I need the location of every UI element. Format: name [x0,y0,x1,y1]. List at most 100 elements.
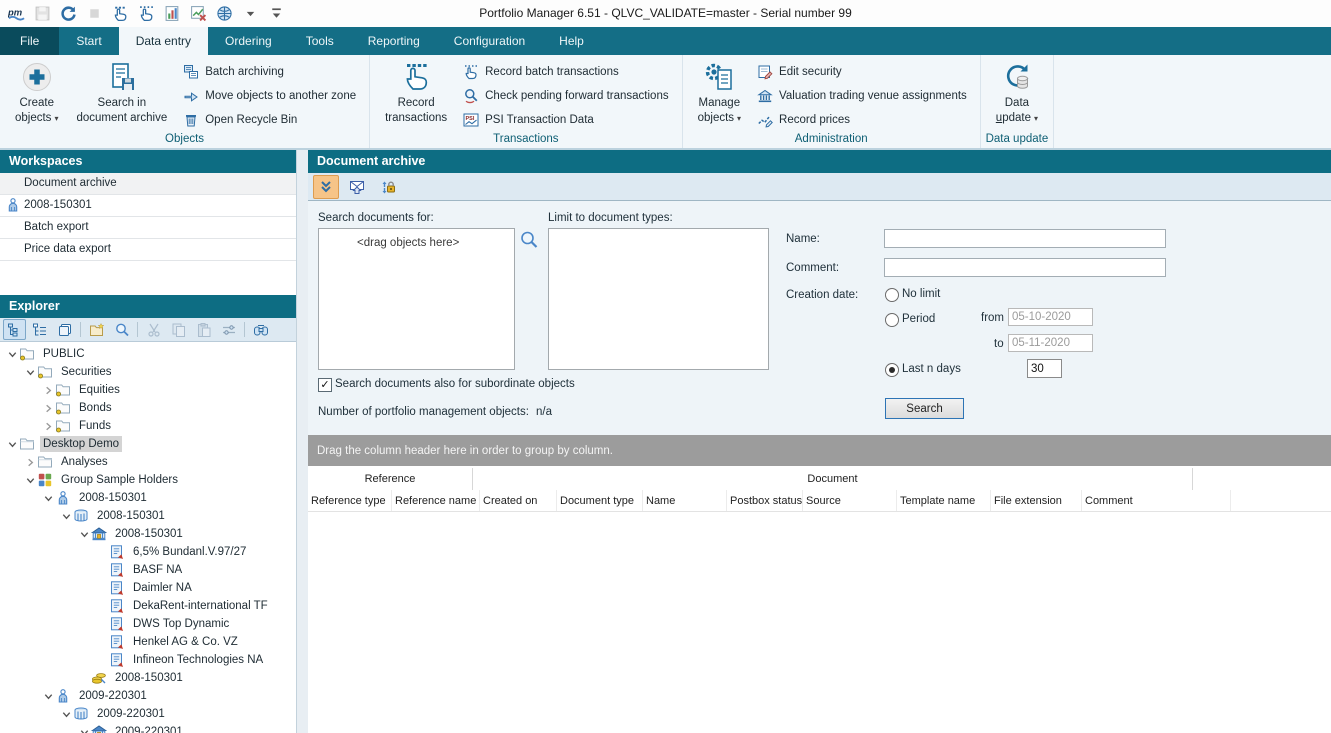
workspace-item-2008-150301[interactable]: 2008-150301 [0,195,296,217]
table-band-reference[interactable]: Reference [308,468,473,490]
subordinate-objects-checkbox[interactable]: ✓ [318,378,332,392]
tree-item[interactable]: 2008-150301 [0,507,296,525]
tree-item[interactable]: 2008-150301 [0,489,296,507]
column-header-source[interactable]: Source [803,490,897,511]
valuation-trading-venue-assignments-button[interactable]: Valuation trading venue assignments [750,84,974,108]
web-button[interactable] [214,4,234,24]
tree-item[interactable]: Daimler NA [0,579,296,597]
chevron-down-icon[interactable] [24,366,37,378]
send-to-postbox-button[interactable] [344,175,370,199]
record-prices-button[interactable]: Record prices [750,108,974,132]
create-objects-button[interactable]: Createobjects▾ [6,58,67,126]
column-header-comment[interactable]: Comment [1082,490,1231,511]
tree-item[interactable]: DWS Top Dynamic [0,615,296,633]
tree-item[interactable]: Group Sample Holders [0,471,296,489]
tree-item[interactable]: Funds [0,417,296,435]
from-date-input[interactable] [1008,308,1093,326]
to-date-input[interactable] [1008,334,1093,352]
tree-item[interactable]: Infineon Technologies NA [0,651,296,669]
tree-item[interactable]: Desktop Demo [0,435,296,453]
column-header-reference-type[interactable]: Reference type [308,490,392,511]
chevron-down-icon[interactable] [60,708,73,720]
tree-item[interactable]: 6,5% Bundanl.V.97/27 [0,543,296,561]
lock-refresh-button[interactable] [375,175,401,199]
last-n-days-radio[interactable] [885,363,899,377]
tree-item[interactable]: DekaRent-international TF [0,597,296,615]
tree-item[interactable]: Analyses [0,453,296,471]
tab-start[interactable]: Start [59,27,118,55]
psi-transaction-data-button[interactable]: PSIPSI Transaction Data [456,108,675,132]
chevron-down-icon[interactable] [78,528,91,540]
chevron-down-icon[interactable] [60,510,73,522]
tab-reporting[interactable]: Reporting [351,27,437,55]
new-folder-button[interactable] [85,319,108,340]
batch-archiving-button[interactable]: Batch archiving [176,60,363,84]
chevron-right-icon[interactable] [24,456,37,468]
tree-item[interactable]: 2009-220301 [0,705,296,723]
customize-toolbar-button[interactable] [266,4,286,24]
column-header-file-extension[interactable]: File extension [991,490,1082,511]
find-button[interactable] [249,319,272,340]
chevron-right-icon[interactable] [42,384,55,396]
tree-item[interactable]: BASF NA [0,561,296,579]
tree-item[interactable]: Securities [0,363,296,381]
check-pending-forward-transactions-button[interactable]: Check pending forward transactions [456,84,675,108]
report-button[interactable] [162,4,182,24]
search-button[interactable]: Search [885,398,964,419]
edit-security-button[interactable]: Edit security [750,60,974,84]
tree-item[interactable]: PUBLIC [0,345,296,363]
tree-item[interactable]: Equities [0,381,296,399]
search-in-document-archive-button[interactable]: Search indocument archive [67,58,176,126]
chevron-down-icon[interactable] [6,438,19,450]
column-header-reference-name[interactable]: Reference name [392,490,480,511]
cards-view-button[interactable] [53,319,76,340]
workspace-item-price-data-export[interactable]: Price data export [0,239,296,261]
list-view-button[interactable] [28,319,51,340]
save-button[interactable] [32,4,52,24]
column-header-name[interactable]: Name [643,490,727,511]
chevron-down-icon[interactable] [6,348,19,360]
tree-item[interactable]: 2009-220301 [0,723,296,733]
quick-access-dropdown[interactable] [240,4,260,24]
cut-button[interactable] [142,319,165,340]
chevron-right-icon[interactable] [42,420,55,432]
chart-export-button[interactable] [188,4,208,24]
comment-input[interactable] [884,258,1166,277]
no-limit-radio[interactable] [885,288,899,302]
column-header-created-on[interactable]: Created on [480,490,557,511]
tree-item[interactable]: Henkel AG & Co. VZ [0,633,296,651]
record-batch-transactions-button[interactable]: Record batch transactions [456,60,675,84]
tree-item[interactable]: Bonds [0,399,296,417]
paste-button[interactable] [192,319,215,340]
refresh-button[interactable] [58,4,78,24]
tree-view-button[interactable] [3,319,26,340]
stop-button[interactable] [84,4,104,24]
tab-help[interactable]: Help [542,27,601,55]
move-objects-button[interactable]: Move objects to another zone [176,84,363,108]
search-objects-icon[interactable] [519,230,539,250]
tree-item[interactable]: 2009-220301 [0,687,296,705]
name-input[interactable] [884,229,1166,248]
document-types-listbox[interactable] [548,228,769,370]
panel-splitter[interactable] [297,150,308,733]
column-header-document-type[interactable]: Document type [557,490,643,511]
chevron-right-icon[interactable] [42,402,55,414]
tab-ordering[interactable]: Ordering [208,27,289,55]
tree-item[interactable]: 2008-150301 [0,669,296,687]
column-header-postbox-status[interactable]: Postbox status [727,490,803,511]
tab-file[interactable]: File [0,27,59,55]
chevron-down-icon[interactable] [78,726,91,733]
tree-item[interactable]: 2008-150301 [0,525,296,543]
workspace-item-batch-export[interactable]: Batch export [0,217,296,239]
copy-button[interactable] [167,319,190,340]
period-radio[interactable] [885,313,899,327]
tab-tools[interactable]: Tools [289,27,351,55]
chevron-down-icon[interactable] [42,492,55,504]
expand-search-panel-button[interactable] [313,175,339,199]
search-button[interactable] [110,319,133,340]
data-update-button[interactable]: Dataupdate▾ [987,58,1047,126]
record-transactions-button[interactable]: Recordtransactions [376,58,456,126]
open-recycle-bin-button[interactable]: Open Recycle Bin [176,108,363,132]
record-transactions-button[interactable] [110,4,130,24]
search-objects-listbox[interactable]: <drag objects here> [318,228,515,370]
